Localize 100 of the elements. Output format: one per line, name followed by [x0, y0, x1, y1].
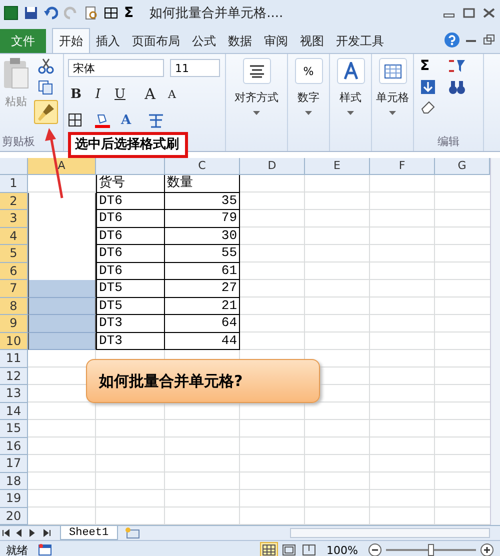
row-header[interactable]: 20 [0, 508, 28, 525]
zoom-in-icon[interactable] [480, 543, 494, 556]
scissors-icon[interactable] [38, 58, 54, 74]
row-header[interactable]: 10 [0, 332, 28, 350]
row-header[interactable]: 15 [0, 420, 28, 438]
row-header[interactable]: 5 [0, 245, 28, 262]
column-header[interactable]: A [28, 158, 96, 174]
zoom-out-icon[interactable] [368, 543, 382, 556]
column-header[interactable]: D [240, 158, 305, 174]
shrink-font-button[interactable]: A [164, 88, 180, 100]
phonetic-icon[interactable] [146, 112, 166, 128]
row-header[interactable]: 19 [0, 490, 28, 508]
column-header[interactable]: F [370, 158, 435, 174]
ribbon-button-label[interactable]: 数字 [298, 90, 320, 105]
row-header[interactable]: 18 [0, 472, 28, 490]
status-text: 就绪 [6, 542, 28, 556]
save-icon[interactable] [24, 6, 38, 20]
help-icon[interactable] [444, 32, 460, 48]
percent-glyph: % [303, 64, 314, 78]
table-cell: 44 [165, 332, 240, 350]
row-header[interactable]: 3 [0, 210, 28, 228]
font-size-field[interactable]: 11 [170, 59, 220, 77]
ribbon-icon-tile[interactable] [336, 58, 364, 84]
font-name-field[interactable]: 宋体 [68, 59, 164, 77]
dropdown-arrow-icon[interactable] [347, 111, 354, 115]
clipboard-icon[interactable] [2, 58, 30, 90]
row-header[interactable]: 12 [0, 368, 28, 385]
ribbon-tab[interactable]: 页面布局 [126, 29, 186, 53]
sheet-tab[interactable]: Sheet1 [60, 526, 118, 540]
ribbon-tab[interactable]: 插入 [90, 29, 126, 53]
new-sheet-icon[interactable] [124, 527, 142, 539]
row-header[interactable]: 8 [0, 298, 28, 315]
ribbon-button-label[interactable]: 样式 [340, 90, 362, 105]
table-cell: DT3 [96, 315, 165, 332]
zoom-slider-thumb[interactable] [428, 544, 434, 556]
normal-view-icon[interactable] [260, 543, 277, 556]
ribbon-tab[interactable]: 数据 [222, 29, 258, 53]
column-header[interactable]: E [305, 158, 370, 174]
undo-icon[interactable] [44, 6, 58, 20]
font-color-button[interactable]: A [118, 112, 134, 128]
ribbon-icon-tile[interactable] [378, 58, 406, 84]
row-header[interactable]: 17 [0, 455, 28, 472]
letter-style-icon [342, 62, 360, 80]
table-cell: 货号 [96, 175, 165, 192]
row-header[interactable]: 1 [0, 175, 28, 192]
print-preview-icon[interactable] [84, 6, 98, 20]
ribbon-tab[interactable]: 开始 [52, 28, 90, 53]
excel-logo-icon [4, 6, 18, 20]
ribbon-icon-tile[interactable] [242, 58, 270, 84]
font-style-button[interactable]: I [90, 86, 106, 102]
table-cell: 55 [165, 245, 240, 262]
zoom-level[interactable]: 100% [326, 544, 358, 556]
macro-record-icon[interactable] [38, 544, 52, 556]
page-break-icon[interactable] [300, 543, 317, 556]
row-header[interactable]: 14 [0, 402, 28, 420]
ribbon-tab[interactable]: 审阅 [258, 29, 294, 53]
eraser-icon[interactable] [420, 100, 436, 114]
group-label: 编辑 [436, 134, 460, 149]
dropdown-arrow-icon[interactable] [305, 111, 312, 115]
horizontal-scrollbar[interactable] [290, 528, 490, 538]
row-header[interactable]: 16 [0, 438, 28, 455]
ribbon-button-label[interactable]: 单元格 [376, 90, 409, 105]
row-header[interactable]: 6 [0, 262, 28, 280]
ribbon-tab[interactable]: 公式 [186, 29, 222, 53]
maximize-icon[interactable] [462, 7, 476, 19]
ribbon-tab[interactable]: 视图 [294, 29, 330, 53]
table-cell: DT5 [96, 280, 165, 298]
borders-icon[interactable] [68, 113, 82, 127]
table-cell: 数量 [165, 175, 240, 192]
ribbon-icon-tile[interactable]: % [294, 58, 322, 84]
brush-icon[interactable] [34, 100, 58, 124]
table-cell: DT6 [96, 262, 165, 280]
dropdown-arrow-icon[interactable] [389, 111, 396, 115]
font-style-button[interactable]: B [68, 86, 84, 102]
grid-icon[interactable] [104, 6, 118, 20]
sum-button[interactable]: Σ [420, 58, 436, 74]
restore-icon[interactable] [482, 34, 496, 46]
ribbon-tab[interactable]: 开发工具 [330, 29, 390, 53]
title-shape: 如何批量合并单元格? [86, 359, 320, 403]
row-header[interactable]: 9 [0, 315, 28, 332]
sort-filter-icon[interactable] [448, 58, 466, 74]
sum-button[interactable]: Σ [124, 5, 134, 21]
vertical-scrollbar[interactable] [490, 158, 500, 525]
close-icon[interactable] [482, 7, 496, 19]
ribbon-tab[interactable]: 文件 [0, 29, 46, 53]
ribbon-button-label[interactable]: 对齐方式 [234, 90, 278, 105]
row-header[interactable]: 11 [0, 350, 28, 368]
font-style-button[interactable]: U [112, 86, 128, 102]
copy-icon[interactable] [38, 79, 54, 95]
fill-color-icon[interactable] [94, 112, 112, 128]
row-header[interactable]: 13 [0, 385, 28, 402]
table-cell: DT3 [96, 332, 165, 350]
binoculars-icon[interactable] [448, 79, 466, 95]
row-header[interactable]: 7 [0, 280, 28, 298]
row-header[interactable]: 4 [0, 228, 28, 245]
dropdown-arrow-icon[interactable] [253, 111, 260, 115]
fill-down-icon[interactable] [420, 79, 436, 95]
page-layout-icon[interactable] [280, 543, 297, 556]
row-header[interactable]: 2 [0, 192, 28, 210]
grow-font-button[interactable]: A [142, 85, 158, 103]
